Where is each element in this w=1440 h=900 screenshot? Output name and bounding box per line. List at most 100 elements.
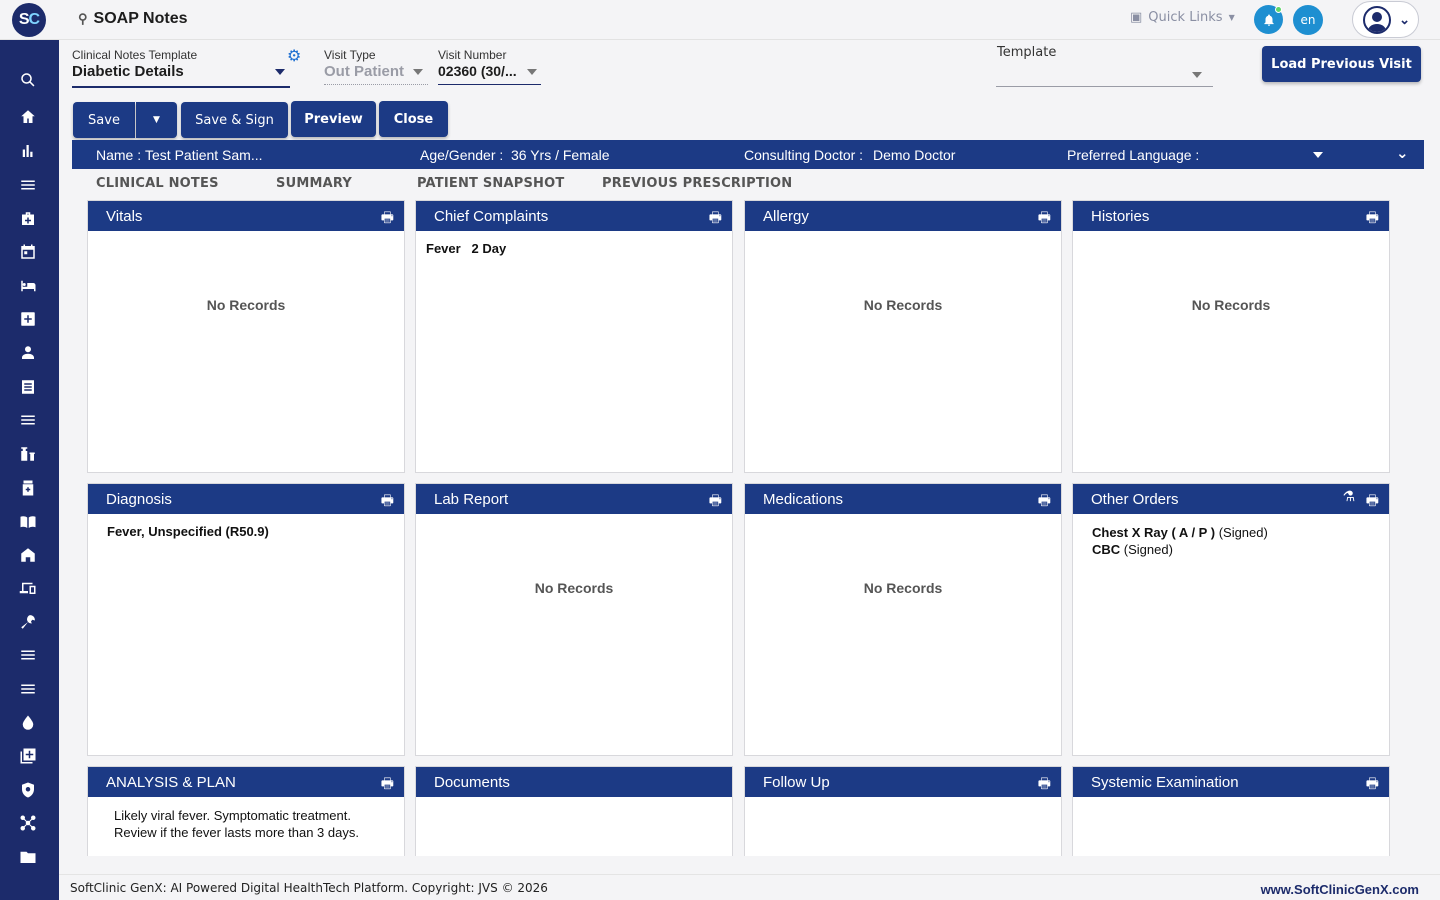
preferred-language-label: Preferred Language : (1067, 147, 1200, 163)
print-icon[interactable]: 🖶 (709, 490, 722, 514)
card-title: ANALYSIS & PLAN (106, 774, 236, 791)
template-select[interactable]: Template (997, 45, 1213, 61)
diagnosis-item: Fever, Unspecified (R50.9) (107, 524, 269, 539)
app-logo[interactable]: SC (12, 3, 46, 37)
print-icon[interactable]: 🖶 (1038, 490, 1051, 514)
print-icon[interactable]: 🖶 (381, 207, 394, 231)
menu-icon[interactable] (16, 408, 40, 432)
home-icon[interactable] (16, 105, 40, 129)
allergy-card: Allergy 🖶 No Records (744, 200, 1062, 473)
avatar (1363, 5, 1391, 34)
chevron-down-icon: ▼ (1228, 13, 1235, 22)
close-button[interactable]: Close (379, 101, 448, 137)
website-link[interactable]: www.SoftClinicGenX.com (1261, 882, 1419, 897)
notification-dot (1275, 6, 1282, 13)
network-icon[interactable] (16, 811, 40, 835)
user-menu-button[interactable]: ⌄ (1352, 1, 1419, 38)
print-icon[interactable]: 🖶 (1366, 490, 1379, 514)
print-icon[interactable]: 🖶 (1366, 207, 1379, 231)
language-dropdown[interactable] (1313, 152, 1323, 158)
print-icon[interactable]: 🖶 (1038, 207, 1051, 231)
chevron-down-icon[interactable] (275, 69, 285, 75)
load-previous-visit-button[interactable]: Load Previous Visit (1262, 46, 1421, 82)
card-title: Other Orders (1091, 491, 1179, 508)
card-title: Documents (434, 774, 510, 791)
vitals-card: Vitals 🖶 No Records (87, 200, 405, 473)
tab-patient-snapshot[interactable]: PATIENT SNAPSHOT (417, 176, 564, 191)
card-title: Diagnosis (106, 491, 172, 508)
complaint-duration: 2 Day (471, 241, 507, 256)
search-icon[interactable] (16, 68, 40, 92)
chevron-down-icon[interactable] (413, 69, 423, 75)
save-button[interactable]: Save (73, 102, 135, 138)
save-and-sign-button[interactable]: Save & Sign (181, 102, 288, 138)
chevron-down-icon[interactable] (527, 69, 537, 75)
save-dropdown-button[interactable]: ▼ (136, 102, 177, 138)
book-icon[interactable] (16, 510, 40, 534)
card-title: Lab Report (434, 491, 509, 508)
card-title: Vitals (106, 208, 143, 225)
print-icon[interactable]: 🖶 (381, 490, 394, 514)
medications-card: Medications 🖶 No Records (744, 483, 1062, 756)
settings-icon[interactable]: ⚙ (287, 46, 301, 65)
menu-icon[interactable] (16, 643, 40, 667)
plus-square-icon[interactable] (16, 307, 40, 331)
tab-summary[interactable]: SUMMARY (276, 176, 352, 191)
patient-banner: Name : Test Patient Sam... Age/Gender : … (72, 140, 1424, 169)
consulting-doctor: Demo Doctor (873, 147, 956, 163)
tab-previous-prescription[interactable]: PREVIOUS PRESCRIPTION (602, 176, 792, 191)
order-item: CBC (Signed) (1092, 542, 1173, 557)
chevron-down-icon[interactable] (1192, 72, 1202, 78)
complaint-name: Fever (426, 241, 461, 256)
bar-chart-icon[interactable] (16, 139, 40, 163)
chevron-down-icon: ⌄ (1399, 11, 1410, 27)
shield-icon[interactable] (16, 778, 40, 802)
document-list-icon[interactable] (16, 375, 40, 399)
drop-icon[interactable] (16, 711, 40, 735)
menu-icon[interactable] (16, 173, 40, 197)
bed-icon[interactable] (16, 274, 40, 298)
language-button[interactable]: en (1293, 5, 1323, 35)
clinical-notes-template-field[interactable]: Clinical Notes Template Diabetic Details (72, 48, 290, 80)
analysis-plan-card: ANALYSIS & PLAN 🖶 Likely viral fever. Sym… (87, 766, 405, 856)
devices-icon[interactable] (16, 576, 40, 600)
quick-links-button[interactable]: ▣ Quick Links ▼ (1130, 10, 1235, 25)
notification-button[interactable] (1254, 5, 1283, 34)
print-icon[interactable]: 🖶 (1366, 773, 1379, 797)
page-title: ⚲ SOAP Notes (78, 10, 188, 27)
flask-icon[interactable]: ⚗ (1342, 489, 1355, 505)
gift-icon: ▣ (1130, 10, 1143, 25)
card-title: Histories (1091, 208, 1150, 225)
plan-line: Likely viral fever. Symptomatic treatmen… (114, 808, 351, 823)
preview-button[interactable]: Preview (291, 101, 376, 137)
systemic-examination-card: Systemic Examination 🖶 (1072, 766, 1390, 856)
medicine-bottle-icon[interactable] (16, 476, 40, 500)
card-title: Medications (763, 491, 844, 508)
menu-icon[interactable] (16, 677, 40, 701)
print-icon[interactable]: 🖶 (709, 207, 722, 231)
users-icon: ⚲ (78, 11, 88, 26)
no-records-text: No Records (863, 580, 943, 596)
bell-icon (1263, 13, 1274, 26)
print-icon[interactable]: 🖶 (381, 773, 394, 797)
template-field-underline (72, 86, 290, 88)
folder-icon[interactable] (16, 845, 40, 869)
no-records-text: No Records (863, 297, 943, 313)
tab-clinical-notes[interactable]: CLINICAL NOTES (96, 176, 219, 191)
pills-icon[interactable] (16, 442, 40, 466)
visit-type-underline (324, 84, 428, 85)
visit-type-field[interactable]: Visit Type Out Patient (324, 48, 428, 80)
user-icon[interactable] (16, 341, 40, 365)
print-icon[interactable]: 🖶 (1038, 773, 1051, 797)
building-icon[interactable] (16, 543, 40, 567)
wrench-icon[interactable] (16, 610, 40, 634)
briefcase-medical-icon[interactable] (16, 207, 40, 231)
lab-report-card: Lab Report 🖶 No Records (415, 483, 733, 756)
order-item: Chest X Ray ( A / P ) (Signed) (1092, 525, 1268, 540)
visit-number-field[interactable]: Visit Number 02360 (30/... (438, 48, 541, 79)
calendar-icon[interactable] (16, 240, 40, 264)
add-stack-icon[interactable] (16, 744, 40, 768)
expand-chevron-icon[interactable]: ⌄ (1396, 144, 1409, 162)
patient-name-label: Name : (96, 147, 142, 163)
card-title: Allergy (763, 208, 809, 225)
